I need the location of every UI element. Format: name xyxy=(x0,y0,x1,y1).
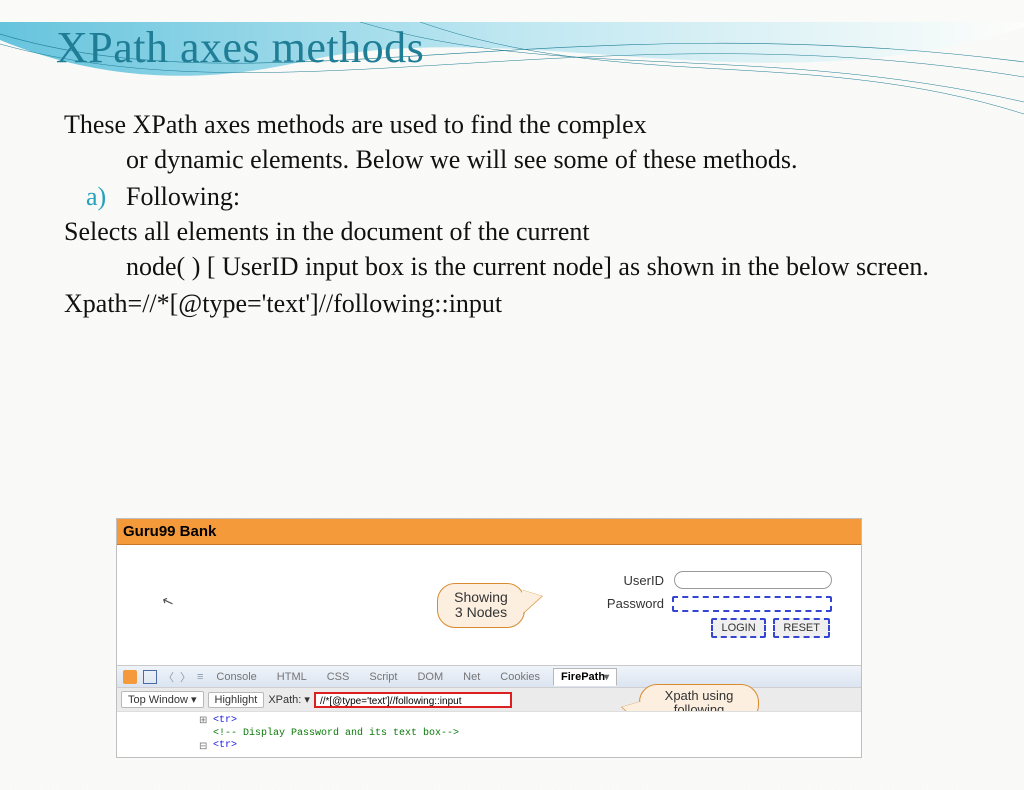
chevron-down-icon: ▾ xyxy=(191,694,197,706)
list-label: Following: xyxy=(126,179,240,214)
inspect-icon[interactable] xyxy=(143,670,157,684)
cursor-icon: ↖ xyxy=(159,592,176,612)
following-paragraph: Selects all elements in the document of … xyxy=(64,214,960,284)
login-button[interactable]: LOGIN xyxy=(711,618,765,638)
top-window-select[interactable]: Top Window ▾ xyxy=(121,691,204,708)
intro-paragraph: These XPath axes methods are used to fin… xyxy=(64,107,960,177)
devtools-tabbar: 〈 〉 ≡ Console HTML CSS Script DOM Net Co… xyxy=(117,665,861,687)
login-form: UserID Password LOGIN RESET xyxy=(602,567,837,642)
tab-script[interactable]: Script xyxy=(362,669,404,685)
tab-cookies[interactable]: Cookies xyxy=(493,669,547,685)
highlight-button[interactable]: Highlight xyxy=(208,692,265,708)
html-source-panel: ⊞ <tr> <!-- Display Password and its tex… xyxy=(117,711,861,757)
tab-html[interactable]: HTML xyxy=(270,669,314,685)
callout-showing-nodes: Showing 3 Nodes xyxy=(437,583,525,628)
slide-title: XPath axes methods xyxy=(56,22,1024,73)
devtools-xpath-row: Top Window ▾ Highlight XPath: ▾ //*[@typ… xyxy=(117,687,861,711)
nav-fwd-icon[interactable]: 〉 xyxy=(180,669,191,685)
xpath-input[interactable]: //*[@type='text']//following::input xyxy=(314,692,512,708)
menu-icon[interactable]: ≡ xyxy=(197,671,203,683)
tab-dom[interactable]: DOM xyxy=(410,669,450,685)
collapse-icon[interactable]: ⊟ xyxy=(199,741,207,754)
code-comment: <!-- Display Password and its text box--… xyxy=(213,728,861,741)
chevron-down-icon: ▾ xyxy=(604,672,609,683)
tab-firepath[interactable]: FirePath ▾ xyxy=(553,668,617,686)
list-item-a: a) Following: xyxy=(64,179,960,214)
code-line: <tr> xyxy=(213,740,861,753)
tab-console[interactable]: Console xyxy=(209,669,263,685)
label-password: Password xyxy=(604,593,667,614)
chevron-down-icon: ▾ xyxy=(304,694,310,706)
bank-header: Guru99 Bank xyxy=(117,519,861,545)
firebug-icon[interactable] xyxy=(123,670,137,684)
list-marker: a) xyxy=(64,179,126,214)
embedded-screenshot: Guru99 Bank ↖ Showing 3 Nodes UserID Pas… xyxy=(116,518,862,758)
expand-icon[interactable]: ⊞ xyxy=(199,715,207,728)
bank-body: ↖ Showing 3 Nodes UserID Password LO xyxy=(117,545,861,665)
userid-input[interactable] xyxy=(674,571,832,589)
tab-net[interactable]: Net xyxy=(456,669,487,685)
slide-content: These XPath axes methods are used to fin… xyxy=(64,107,960,322)
xpath-expression: Xpath=//*[@type='text']//following::inpu… xyxy=(64,286,960,321)
code-line: <tr> xyxy=(213,715,861,728)
password-input[interactable] xyxy=(672,596,832,612)
reset-button[interactable]: RESET xyxy=(773,618,830,638)
tab-css[interactable]: CSS xyxy=(320,669,357,685)
nav-back-icon[interactable]: 〈 xyxy=(163,669,174,685)
bank-brand: Guru99 Bank xyxy=(123,523,216,540)
xpath-label: XPath: ▾ xyxy=(268,693,310,706)
label-userid: UserID xyxy=(604,569,667,591)
